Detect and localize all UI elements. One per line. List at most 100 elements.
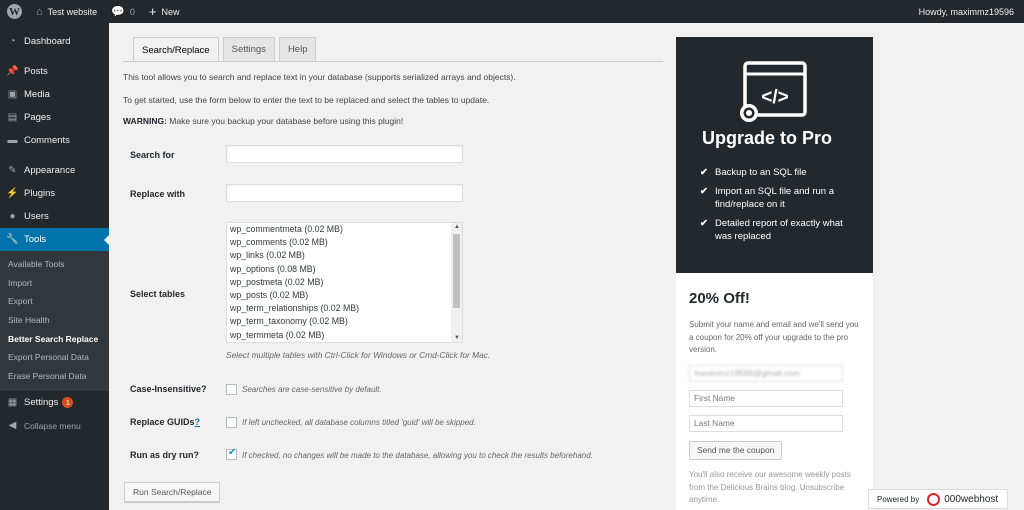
- submenu-erase-personal-data[interactable]: Erase Personal Data: [0, 367, 109, 386]
- intro-text-2: To get started, use the form below to en…: [123, 95, 490, 105]
- comment-bubble-icon: 💬: [111, 6, 125, 18]
- menu-pages[interactable]: ▤ Pages: [0, 106, 109, 129]
- submenu-better-search-replace[interactable]: Better Search Replace: [0, 329, 109, 348]
- run-search-replace-button[interactable]: Run Search/Replace: [124, 482, 221, 502]
- dry-run-hint: If checked, no changes will be made to t…: [242, 451, 593, 460]
- table-option[interactable]: wp_options (0.08 MB): [227, 263, 462, 276]
- menu-tools[interactable]: 🔧 Tools: [0, 228, 109, 251]
- check-icon: ✔: [700, 218, 708, 229]
- promo-feature: ✔ Import an SQL file and run a find/repla…: [700, 185, 860, 211]
- comments-count: 0: [129, 6, 135, 17]
- coupon-email-field[interactable]: maximmz19596@gmail.com: [689, 365, 843, 382]
- powered-by-badge[interactable]: Powered by 000webhost: [868, 489, 1008, 509]
- send-coupon-button[interactable]: Send me the coupon: [689, 441, 783, 460]
- powered-by-label: Powered by: [877, 494, 920, 504]
- check-icon: ✔: [700, 167, 708, 178]
- home-icon: ⌂: [36, 5, 43, 18]
- select-tables-label: Select tables: [130, 289, 186, 299]
- menu-label: Dashboard: [24, 36, 71, 47]
- case-insensitive-label: Case-Insensitive?: [130, 384, 207, 394]
- search-for-label: Search for: [130, 150, 175, 160]
- replace-guids-checkbox[interactable]: [226, 417, 237, 428]
- menu-label: Plugins: [24, 188, 56, 199]
- tables-scrollbar[interactable]: ▲ ▼: [451, 223, 462, 342]
- plus-icon: +: [148, 4, 157, 19]
- wrench-icon: 🔧: [6, 234, 19, 245]
- user-icon: ●: [9, 211, 16, 222]
- coupon-footnote: You'll also receive our awesome weekly p…: [689, 470, 851, 504]
- admin-sidebar: ◔ Dashboard 📌 Posts ▣ Media ▤ Pages ▬ Comment…: [0, 23, 109, 510]
- case-insensitive-checkbox[interactable]: [226, 384, 237, 395]
- table-option[interactable]: wp_commentmeta (0.02 MB): [227, 223, 462, 236]
- case-insensitive-hint: Searches are case-sensitive by default.: [242, 385, 382, 394]
- menu-label: Users: [24, 211, 49, 222]
- table-option[interactable]: wp_termmeta (0.02 MB): [227, 329, 462, 342]
- coupon-first-name-field[interactable]: First Name: [689, 390, 843, 407]
- menu-label: Posts: [24, 66, 48, 77]
- tools-submenu: Available Tools Import Export Site Healt…: [0, 251, 109, 392]
- comments-link[interactable]: 💬 0: [104, 0, 142, 23]
- dashboard-icon: ◔: [9, 36, 16, 47]
- menu-media[interactable]: ▣ Media: [0, 83, 109, 106]
- new-content-link[interactable]: + New: [142, 0, 187, 23]
- wordpress-icon: W: [7, 4, 22, 19]
- collapse-icon: ◀: [8, 420, 17, 432]
- collapse-label: Collapse menu: [24, 420, 81, 431]
- collapse-menu-button[interactable]: ◀ Collapse menu: [0, 414, 109, 437]
- wp-logo-menu[interactable]: W: [0, 0, 29, 23]
- scrollbar-thumb[interactable]: [453, 234, 460, 308]
- tab-bar: Search/Replace Settings Help: [133, 37, 320, 62]
- scroll-up-arrow-icon[interactable]: ▲: [454, 224, 460, 230]
- submenu-site-health[interactable]: Site Health: [0, 311, 109, 330]
- submenu-available-tools[interactable]: Available Tools: [0, 255, 109, 274]
- replace-guids-hint: If left unchecked, all database columns …: [242, 418, 476, 427]
- table-option[interactable]: wp_term_relationships (0.02 MB): [227, 302, 462, 315]
- replace-with-label: Replace with: [130, 189, 186, 199]
- menu-label: Comments: [24, 135, 70, 146]
- media-icon: ▣: [7, 89, 18, 100]
- submenu-export-personal-data[interactable]: Export Personal Data: [0, 348, 109, 367]
- menu-plugins[interactable]: ⚡ Plugins: [0, 182, 109, 205]
- search-for-input[interactable]: [226, 145, 463, 163]
- site-name-link[interactable]: ⌂ Test website: [29, 0, 104, 23]
- warning-label: WARNING:: [123, 116, 167, 126]
- 000webhost-logo-icon: [927, 492, 941, 506]
- coupon-panel: 20% Off! Submit your name and email and …: [676, 273, 873, 510]
- tab-search-replace[interactable]: Search/Replace: [133, 37, 219, 62]
- dry-run-checkbox[interactable]: ✔: [226, 447, 237, 460]
- checkmark-icon: ✔: [228, 447, 237, 458]
- menu-label: Media: [24, 89, 50, 100]
- menu-label: Pages: [24, 112, 51, 123]
- tables-select[interactable]: wp_commentmeta (0.02 MB) wp_comments (0.…: [226, 222, 463, 343]
- menu-label: Tools: [24, 234, 47, 245]
- menu-label: Settings: [24, 397, 59, 409]
- submenu-import[interactable]: Import: [0, 274, 109, 293]
- replace-guids-label: Replace GUIDs: [130, 417, 195, 427]
- menu-users[interactable]: ● Users: [0, 205, 109, 228]
- table-option[interactable]: wp_postmeta (0.02 MB): [227, 276, 462, 289]
- menu-dashboard[interactable]: ◔ Dashboard: [0, 30, 109, 53]
- admin-bar: W ⌂ Test website 💬 0 + New Howdy, maximmz19…: [0, 0, 1024, 23]
- menu-settings[interactable]: ▦ Settings 1: [0, 391, 109, 414]
- menu-posts[interactable]: 📌 Posts: [0, 60, 109, 83]
- tab-divider: [123, 61, 663, 62]
- table-option[interactable]: wp_comments (0.02 MB): [227, 236, 462, 249]
- promo-feature-list: ✔ Backup to an SQL file ✔ Import an SQL fi…: [700, 166, 860, 249]
- warning-message: Make sure you backup your database befor…: [166, 116, 404, 126]
- coupon-last-name-field[interactable]: Last Name: [689, 415, 843, 432]
- tab-settings[interactable]: Settings: [222, 37, 275, 61]
- table-option[interactable]: wp_posts (0.02 MB): [227, 289, 462, 302]
- scroll-down-arrow-icon[interactable]: ▼: [454, 335, 460, 341]
- guid-help-link[interactable]: ?: [195, 417, 201, 427]
- table-option[interactable]: wp_links (0.02 MB): [227, 249, 462, 262]
- promo-title: Upgrade to Pro: [702, 128, 833, 148]
- tab-help[interactable]: Help: [278, 37, 317, 61]
- submenu-export[interactable]: Export: [0, 292, 109, 311]
- promo-feature: ✔ Detailed report of exactly what was rep…: [700, 217, 860, 243]
- warning-text: WARNING: Make sure you backup your datab…: [123, 116, 403, 126]
- replace-with-input[interactable]: [226, 184, 463, 202]
- table-option[interactable]: wp_term_taxonomy (0.02 MB): [227, 315, 462, 328]
- menu-appearance[interactable]: ✎ Appearance: [0, 159, 109, 182]
- my-account-link[interactable]: Howdy, maximmz19596: [912, 0, 1024, 23]
- menu-comments[interactable]: ▬ Comments: [0, 129, 109, 152]
